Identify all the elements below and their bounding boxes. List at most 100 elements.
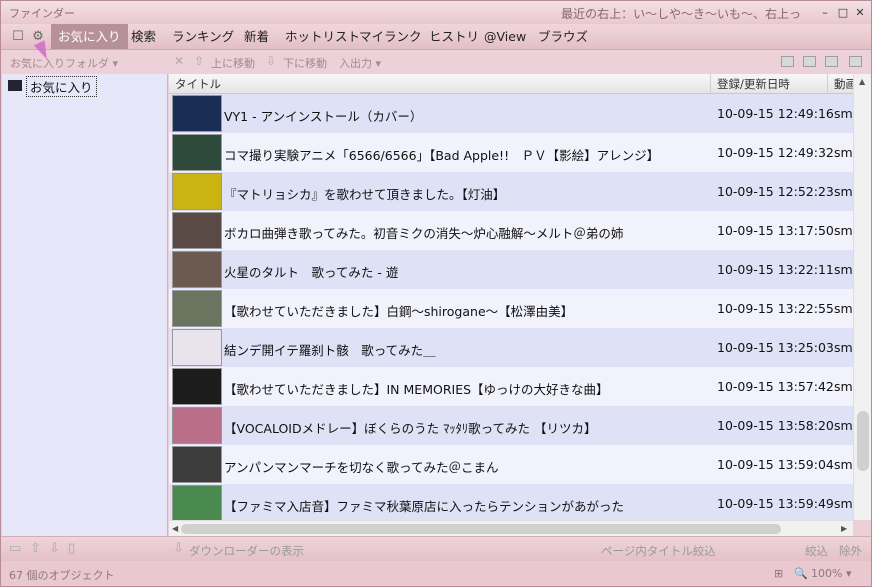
tree-item-label: お気に入り <box>26 76 97 97</box>
row-date: 10-09-15 13:57:42 <box>717 379 834 394</box>
horizontal-scrollbar[interactable]: ◀ ▶ <box>169 520 853 536</box>
table-row[interactable]: VY1 - アンインストール（カバー） 10-09-15 12:49:16sm1 <box>169 94 853 133</box>
scroll-up-icon[interactable]: ▲ <box>859 77 865 86</box>
move-down-icon[interactable]: ⇩ <box>266 54 276 68</box>
scroll-left-icon[interactable]: ◀ <box>172 524 178 533</box>
table-row[interactable]: 【VOCALOIDメドレー】ぼくらのうた ﾏｯﾀﾘ歌ってみた 【リツカ】 10-0… <box>169 406 853 445</box>
zoom-icon[interactable]: 🔍 <box>794 567 808 580</box>
row-title: 【VOCALOIDメドレー】ぼくらのうた ﾏｯﾀﾘ歌ってみた 【リツカ】 <box>224 421 597 436</box>
row-date: 10-09-15 13:25:03 <box>717 340 834 355</box>
table-row[interactable]: 【歌わせていただきました】白鋼～shirogane～【松澤由美】 10-09-15… <box>169 289 853 328</box>
row-title: VY1 - アンインストール（カバー） <box>224 109 423 124</box>
thumbnail-image[interactable] <box>172 290 222 327</box>
row-id: sm9 <box>834 145 853 160</box>
table-row[interactable]: 『マトリョシカ』を歌わせて頂きました。【灯油】 10-09-15 12:52:23… <box>169 172 853 211</box>
window-icon[interactable]: ☐ <box>11 30 25 44</box>
vertical-scrollbar[interactable]: ▲ <box>853 74 871 520</box>
table-row[interactable]: 火星のタルト 歌ってみた - 遊 10-09-15 13:22:11sm1 <box>169 250 853 289</box>
row-title: 結ンデ開イテ羅刹ト骸 歌ってみた＿ <box>224 343 436 358</box>
tab-atview[interactable]: @View <box>477 24 533 49</box>
row-title: ボカロ曲弾き歌ってみた。初音ミクの消失〜炉心融解〜メルト＠弟の姉 <box>224 226 624 241</box>
row-title: コマ撮り実験アニメ「6566/6566」【Bad Apple!! ＰＶ【影絵】ア… <box>224 148 660 163</box>
thumbnail-image[interactable] <box>172 173 222 210</box>
rss-icon[interactable] <box>781 56 794 67</box>
row-id: sm8 <box>834 457 853 472</box>
layout-icon[interactable]: ⊞ <box>774 567 783 580</box>
thumbnail-image[interactable] <box>172 485 222 520</box>
table-row[interactable]: 【ファミマ入店音】ファミマ秋葉原店に入ったらテンションがあがった 10-09-15… <box>169 484 853 520</box>
row-date: 10-09-15 12:49:16 <box>717 106 834 121</box>
close-icon[interactable]: ✕ <box>854 7 866 19</box>
finder-window: ファインダー 最近の右上：い〜しや〜き〜いも〜、右上っ – □ ✕ ☐ ⚙ お気… <box>0 0 872 587</box>
recent-text: 最近の右上：い〜しや〜き〜いも〜、右上っ <box>561 7 801 21</box>
menu-bar: ☐ ⚙ お気に入り 検索 ランキング 新着 ホットリスト マイランク ヒストリ … <box>1 24 871 50</box>
maximize-icon[interactable]: □ <box>837 7 849 19</box>
up-arrow-icon[interactable]: ⇧ <box>30 541 41 556</box>
downloader-button[interactable]: ダウンローダーの表示 <box>189 543 304 559</box>
tab-favorites[interactable]: お気に入り <box>51 24 128 49</box>
tab-search[interactable]: 検索 <box>124 24 163 49</box>
move-up-button[interactable]: 上に移動 <box>211 55 255 71</box>
row-id: sm1 <box>834 184 853 199</box>
column-id[interactable]: 動画 <box>828 74 853 94</box>
zoom-level[interactable]: 100% ▾ <box>811 567 851 580</box>
trash-icon[interactable]: ▯ <box>68 541 75 556</box>
video-list: タイトル 登録/更新日時 動画 VY1 - アンインストール（カバー） 10-09… <box>169 74 853 520</box>
horizontal-scroll-thumb[interactable] <box>181 524 781 534</box>
tab-ranking[interactable]: ランキング <box>165 24 241 49</box>
row-date: 10-09-15 13:17:50 <box>717 223 834 238</box>
move-up-icon[interactable]: ⇧ <box>194 54 204 68</box>
folder-add-icon[interactable]: ▭ <box>9 541 21 556</box>
detail-view-icon[interactable] <box>849 56 862 67</box>
row-title: 【歌わせていただきました】IN MEMORIES【ゆっけの大好きな曲】 <box>224 382 609 397</box>
row-date: 10-09-15 13:22:11 <box>717 262 834 277</box>
folder-dropdown[interactable]: お気に入りフォルダ ▾ <box>10 55 118 71</box>
row-title: 【歌わせていただきました】白鋼～shirogane～【松澤由美】 <box>224 304 574 319</box>
thumbnail-image[interactable] <box>172 446 222 483</box>
table-row[interactable]: 結ンデ開イテ羅刹ト骸 歌ってみた＿ 10-09-15 13:25:03sm7 <box>169 328 853 367</box>
row-id: sm7 <box>834 340 853 355</box>
thumbnail-image[interactable] <box>172 329 222 366</box>
row-date: 10-09-15 12:52:23 <box>717 184 834 199</box>
tree-item-favorites[interactable]: お気に入り <box>8 76 97 97</box>
filter-button[interactable]: 絞込 <box>805 543 828 559</box>
move-down-button[interactable]: 下に移動 <box>283 55 327 71</box>
down-arrow-icon[interactable]: ⇩ <box>49 541 60 556</box>
title-bar: ファインダー 最近の右上：い〜しや〜き〜いも〜、右上っ – □ ✕ <box>1 1 871 24</box>
row-date: 10-09-15 13:22:55 <box>717 301 834 316</box>
delete-icon[interactable]: ✕ <box>174 54 184 68</box>
tab-myrank[interactable]: マイランク <box>352 24 429 49</box>
row-id: sm1 <box>834 106 853 121</box>
list-view-icon[interactable] <box>825 56 838 67</box>
thumbnail-image[interactable] <box>172 134 222 171</box>
minimize-icon[interactable]: – <box>819 7 831 19</box>
row-date: 10-09-15 13:58:20 <box>717 418 834 433</box>
io-dropdown[interactable]: 入出力 ▾ <box>339 55 381 71</box>
table-row[interactable]: アンパンマンマーチを切なく歌ってみた＠こまん 10-09-15 13:59:04 s… <box>169 445 853 484</box>
tab-new[interactable]: 新着 <box>237 24 276 49</box>
table-row[interactable]: コマ撮り実験アニメ「6566/6566」【Bad Apple!! ＰＶ【影絵】ア… <box>169 133 853 172</box>
column-title[interactable]: タイトル <box>169 74 711 94</box>
row-id: sm1 <box>834 223 853 238</box>
thumbnail-image[interactable] <box>172 251 222 288</box>
thumbnail-image[interactable] <box>172 368 222 405</box>
row-title: 『マトリョシカ』を歌わせて頂きました。【灯油】 <box>224 187 506 202</box>
thumbnail-image[interactable] <box>172 95 222 132</box>
row-date: 10-09-15 13:59:49 <box>717 496 834 511</box>
vertical-scroll-thumb[interactable] <box>857 411 869 471</box>
table-row[interactable]: ボカロ曲弾き歌ってみた。初音ミクの消失〜炉心融解〜メルト＠弟の姉 10-09-15… <box>169 211 853 250</box>
exclude-button[interactable]: 除外 <box>839 543 862 559</box>
grid-view-icon[interactable] <box>803 56 816 67</box>
row-title: アンパンマンマーチを切なく歌ってみた＠こまん <box>224 460 499 475</box>
scroll-right-icon[interactable]: ▶ <box>841 524 847 533</box>
column-date[interactable]: 登録/更新日時 <box>711 74 828 94</box>
tab-browse[interactable]: ブラウズ <box>531 24 595 49</box>
title-filter-input[interactable]: ページ内タイトル絞込 <box>601 543 716 559</box>
row-title: 【ファミマ入店音】ファミマ秋葉原店に入ったらテンションがあがった <box>224 499 625 514</box>
thumbnail-image[interactable] <box>172 212 222 249</box>
row-id: sm1 <box>834 379 853 394</box>
status-bar: 67 個のオブジェクト ⊞ 🔍 100% ▾ <box>1 561 871 586</box>
row-id: sm1 <box>834 262 853 277</box>
table-row[interactable]: 【歌わせていただきました】IN MEMORIES【ゆっけの大好きな曲】 10-09… <box>169 367 853 406</box>
thumbnail-image[interactable] <box>172 407 222 444</box>
